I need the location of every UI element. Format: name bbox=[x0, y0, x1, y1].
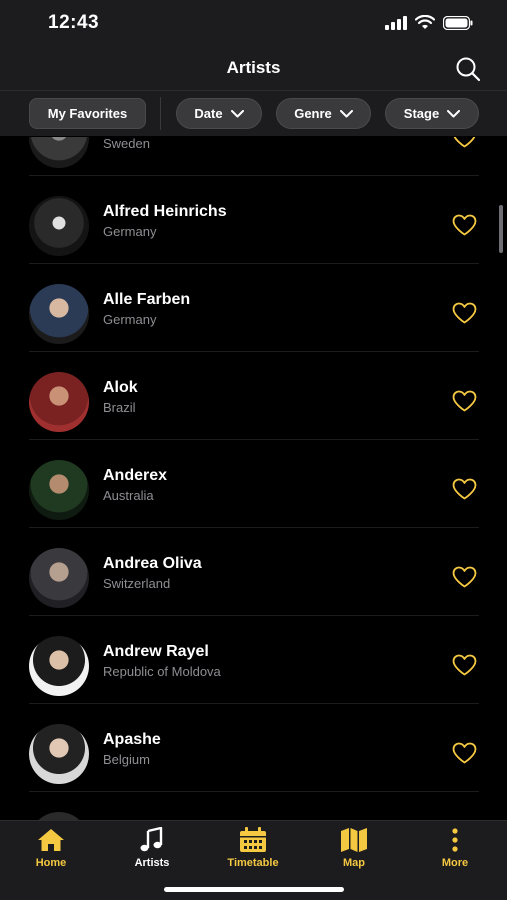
artist-avatar bbox=[29, 724, 89, 784]
artist-name: Apashe bbox=[103, 731, 161, 748]
stage-filter-dropdown[interactable]: Stage bbox=[385, 98, 479, 129]
favorite-heart-icon[interactable] bbox=[452, 137, 477, 148]
artist-name: Alle Farben bbox=[103, 291, 191, 308]
artist-name: Andrea Oliva bbox=[103, 555, 202, 572]
status-bar: 12:43 bbox=[0, 0, 507, 48]
tab-more[interactable]: More bbox=[415, 827, 495, 873]
artist-row[interactable]: Alfred Heinrichs Germany bbox=[0, 176, 507, 264]
genre-filter-label: Genre bbox=[294, 106, 332, 121]
artist-name: Alfred Heinrichs bbox=[103, 203, 227, 220]
favorite-heart-icon[interactable] bbox=[452, 478, 477, 500]
tab-more-label: More bbox=[441, 857, 469, 869]
artist-avatar bbox=[29, 196, 89, 256]
artist-country: Australia bbox=[103, 488, 154, 503]
more-vertical-icon bbox=[452, 828, 458, 852]
artist-row[interactable]: Andrew Rayel Republic of Moldova bbox=[0, 616, 507, 704]
battery-icon bbox=[443, 15, 473, 30]
tab-artists[interactable]: Artists bbox=[112, 827, 192, 873]
artist-row[interactable]: Sweden bbox=[0, 137, 507, 176]
status-time: 12:43 bbox=[48, 12, 100, 33]
artist-avatar bbox=[29, 548, 89, 608]
scrollbar[interactable] bbox=[499, 205, 503, 253]
artist-country: Belgium bbox=[103, 752, 150, 767]
artist-row[interactable]: Andrea Oliva Switzerland bbox=[0, 528, 507, 616]
favorite-heart-icon[interactable] bbox=[452, 390, 477, 412]
artist-row[interactable]: Anderex Australia bbox=[0, 440, 507, 528]
artist-list[interactable]: Sweden Alfred Heinrichs Germany Alle Farben… bbox=[0, 137, 507, 820]
artist-name: Andrew Rayel bbox=[103, 643, 209, 660]
artist-country: Republic of Moldova bbox=[103, 664, 221, 679]
artist-avatar bbox=[29, 460, 89, 520]
artist-avatar bbox=[29, 137, 89, 168]
my-favorites-label: My Favorites bbox=[47, 106, 128, 121]
tab-home-label: Home bbox=[35, 857, 67, 869]
signal-icon bbox=[385, 15, 407, 30]
stage-filter-label: Stage bbox=[403, 106, 440, 121]
chevron-down-icon bbox=[339, 109, 353, 117]
home-icon bbox=[38, 829, 64, 851]
artist-row[interactable]: Alok Brazil bbox=[0, 352, 507, 440]
artist-avatar bbox=[29, 812, 89, 820]
wifi-icon bbox=[415, 15, 435, 29]
favorite-heart-icon[interactable] bbox=[452, 742, 477, 764]
calendar-icon bbox=[240, 827, 266, 852]
artist-country: Switzerland bbox=[103, 576, 171, 591]
artist-country: Sweden bbox=[103, 137, 150, 151]
map-icon bbox=[341, 828, 367, 852]
chevron-down-icon bbox=[447, 109, 461, 117]
search-icon bbox=[456, 57, 481, 82]
tab-home[interactable]: Home bbox=[11, 827, 91, 873]
my-favorites-button[interactable]: My Favorites bbox=[29, 98, 146, 129]
page-title: Artists bbox=[226, 58, 281, 77]
music-note-icon bbox=[140, 827, 163, 852]
artist-row[interactable]: Alle Farben Germany bbox=[0, 264, 507, 352]
artist-row[interactable]: Armanon bbox=[0, 792, 507, 820]
filter-bar: My Favorites Date Genre Stage bbox=[0, 90, 507, 136]
filter-divider bbox=[160, 97, 161, 130]
tab-artists-label: Artists bbox=[134, 857, 170, 869]
favorite-heart-icon[interactable] bbox=[452, 302, 477, 324]
artist-country: Germany bbox=[103, 224, 157, 239]
artist-avatar bbox=[29, 372, 89, 432]
artist-country: Germany bbox=[103, 312, 157, 327]
artist-country: Brazil bbox=[103, 400, 136, 415]
artist-name: Anderex bbox=[103, 467, 168, 484]
genre-filter-dropdown[interactable]: Genre bbox=[276, 98, 371, 129]
artist-avatar bbox=[29, 284, 89, 344]
nav-bar: Artists bbox=[0, 48, 507, 90]
date-filter-dropdown[interactable]: Date bbox=[176, 98, 262, 129]
tab-timetable[interactable]: Timetable bbox=[213, 827, 293, 873]
tab-map-label: Map bbox=[343, 857, 365, 869]
artist-avatar bbox=[29, 636, 89, 696]
favorite-heart-icon[interactable] bbox=[452, 214, 477, 236]
chevron-down-icon bbox=[230, 109, 244, 117]
tab-map[interactable]: Map bbox=[314, 827, 394, 873]
home-indicator[interactable] bbox=[164, 887, 344, 892]
search-button[interactable] bbox=[455, 56, 481, 82]
favorite-heart-icon[interactable] bbox=[452, 566, 477, 588]
favorite-heart-icon[interactable] bbox=[452, 654, 477, 676]
artist-row[interactable]: Apashe Belgium bbox=[0, 704, 507, 792]
artist-name: Alok bbox=[103, 379, 138, 396]
date-filter-label: Date bbox=[194, 106, 223, 121]
status-icons bbox=[385, 15, 473, 30]
tab-timetable-label: Timetable bbox=[227, 857, 279, 869]
